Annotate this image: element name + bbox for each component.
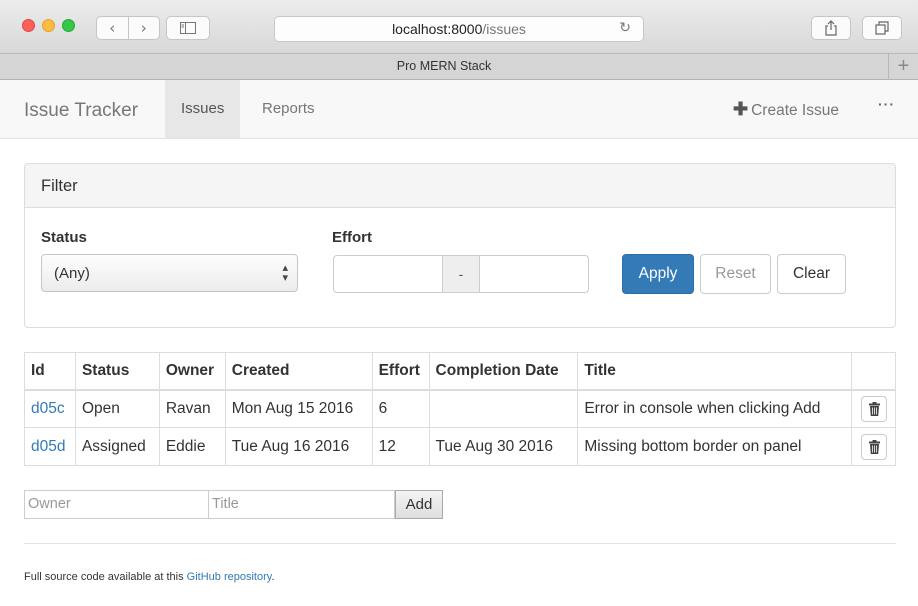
- sidebar-toggle-button[interactable]: [166, 16, 210, 40]
- column-header-created: Created: [224, 352, 373, 391]
- filter-panel-title[interactable]: Filter: [25, 164, 895, 208]
- app-navbar: Issue Tracker Issues Reports ✚ Create Iss…: [0, 80, 918, 139]
- address-bar[interactable]: localhost:8000/issues ↻: [274, 16, 644, 42]
- trash-icon: [868, 401, 880, 416]
- column-header-effort: Effort: [371, 352, 430, 391]
- cell-effort: 6: [371, 389, 430, 428]
- cell-effort: 12: [371, 427, 430, 466]
- forward-button[interactable]: ›: [128, 19, 159, 37]
- nav-item-issues[interactable]: Issues: [165, 80, 241, 138]
- cell-actions: [851, 427, 896, 466]
- cell-status: Open: [74, 389, 160, 428]
- browser-tab-bar: Pro MERN Stack +: [0, 54, 918, 80]
- title-input[interactable]: Title: [209, 490, 395, 519]
- cell-title: Missing bottom border on panel: [577, 427, 852, 466]
- github-repository-link[interactable]: GitHub repository: [187, 571, 272, 583]
- cell-actions: [851, 389, 896, 428]
- cell-completion-date: Tue Aug 30 2016: [428, 427, 579, 466]
- tab-title[interactable]: Pro MERN Stack: [0, 59, 888, 73]
- back-button[interactable]: ‹: [97, 19, 128, 37]
- column-header-completion-date: Completion Date: [428, 352, 579, 391]
- cell-created: Tue Aug 16 2016: [224, 427, 373, 466]
- close-window-button[interactable]: [22, 19, 35, 32]
- url-host: localhost:8000: [392, 21, 483, 37]
- share-button[interactable]: [811, 16, 851, 40]
- filter-panel: Filter Status (Any) ▴ ▾ Effort - Apply Re…: [24, 163, 896, 328]
- more-menu-icon[interactable]: ···: [878, 96, 895, 112]
- cell-completion-date: [428, 389, 579, 428]
- cell-created: Mon Aug 15 2016: [224, 389, 373, 428]
- footer-text: Full source code available at this: [24, 571, 187, 583]
- footer-period: .: [271, 571, 275, 583]
- status-select[interactable]: (Any) ▴ ▾: [41, 254, 298, 292]
- new-tab-button[interactable]: +: [888, 54, 918, 80]
- cell-id: d05c: [24, 389, 76, 428]
- delete-issue-button[interactable]: [860, 433, 887, 460]
- create-issue-label: Create Issue: [751, 102, 839, 119]
- cell-owner: Eddie: [158, 427, 226, 466]
- cell-id: d05d: [24, 427, 76, 466]
- add-issue-form: Owner Title Add: [24, 490, 443, 519]
- select-updown-icon: ▴ ▾: [282, 262, 288, 284]
- cell-owner: Ravan: [158, 389, 226, 428]
- nav-item-reports[interactable]: Reports: [246, 80, 331, 138]
- zoom-window-button[interactable]: [62, 19, 75, 32]
- minimize-window-button[interactable]: [42, 19, 55, 32]
- column-header-owner: Owner: [158, 352, 226, 391]
- table-row: d05d Assigned Eddie Tue Aug 16 2016 12 T…: [24, 427, 896, 466]
- issue-id-link[interactable]: d05d: [31, 438, 65, 455]
- plus-icon: ✚: [733, 99, 749, 119]
- share-icon: [825, 20, 837, 36]
- show-tabs-button[interactable]: [862, 16, 902, 40]
- issues-table: Id Status Owner Created Effort Completio…: [24, 352, 896, 466]
- history-nav-group: ‹ ›: [96, 16, 160, 40]
- cell-status: Assigned: [74, 427, 160, 466]
- clear-button[interactable]: Clear: [777, 254, 846, 294]
- footer-divider: [24, 543, 896, 544]
- reload-icon[interactable]: ↻: [619, 20, 631, 36]
- table-header-row: Id Status Owner Created Effort Completio…: [24, 352, 896, 391]
- trash-icon: [868, 439, 880, 454]
- url-path: /issues: [482, 21, 526, 37]
- browser-titlebar: ‹ › localhost:8000/issues ↻: [0, 0, 918, 54]
- owner-input[interactable]: Owner: [24, 490, 209, 519]
- tabs-overview-icon: [875, 21, 889, 35]
- cell-title: Error in console when clicking Add: [577, 389, 852, 428]
- reset-button[interactable]: Reset: [700, 254, 771, 294]
- effort-label: Effort: [332, 229, 372, 246]
- column-header-actions: [851, 352, 896, 391]
- status-label: Status: [41, 229, 87, 246]
- footer: Full source code available at this GitHu…: [24, 571, 275, 583]
- sidebar-icon: [180, 22, 196, 34]
- effort-min-input[interactable]: [333, 255, 443, 293]
- issue-id-link[interactable]: d05c: [31, 400, 65, 417]
- column-header-status: Status: [74, 352, 160, 391]
- brand-title[interactable]: Issue Tracker: [24, 100, 138, 122]
- effort-range-group: -: [333, 255, 589, 293]
- create-issue-button[interactable]: ✚ Create Issue: [733, 99, 839, 120]
- column-header-title: Title: [577, 352, 852, 391]
- table-row: d05c Open Ravan Mon Aug 15 2016 6 Error …: [24, 389, 896, 428]
- column-header-id: Id: [24, 352, 76, 391]
- apply-button[interactable]: Apply: [622, 254, 694, 294]
- add-button[interactable]: Add: [395, 490, 443, 519]
- status-select-value: (Any): [54, 265, 90, 282]
- effort-max-input[interactable]: [479, 255, 589, 293]
- delete-issue-button[interactable]: [860, 395, 887, 422]
- effort-range-separator: -: [443, 255, 479, 293]
